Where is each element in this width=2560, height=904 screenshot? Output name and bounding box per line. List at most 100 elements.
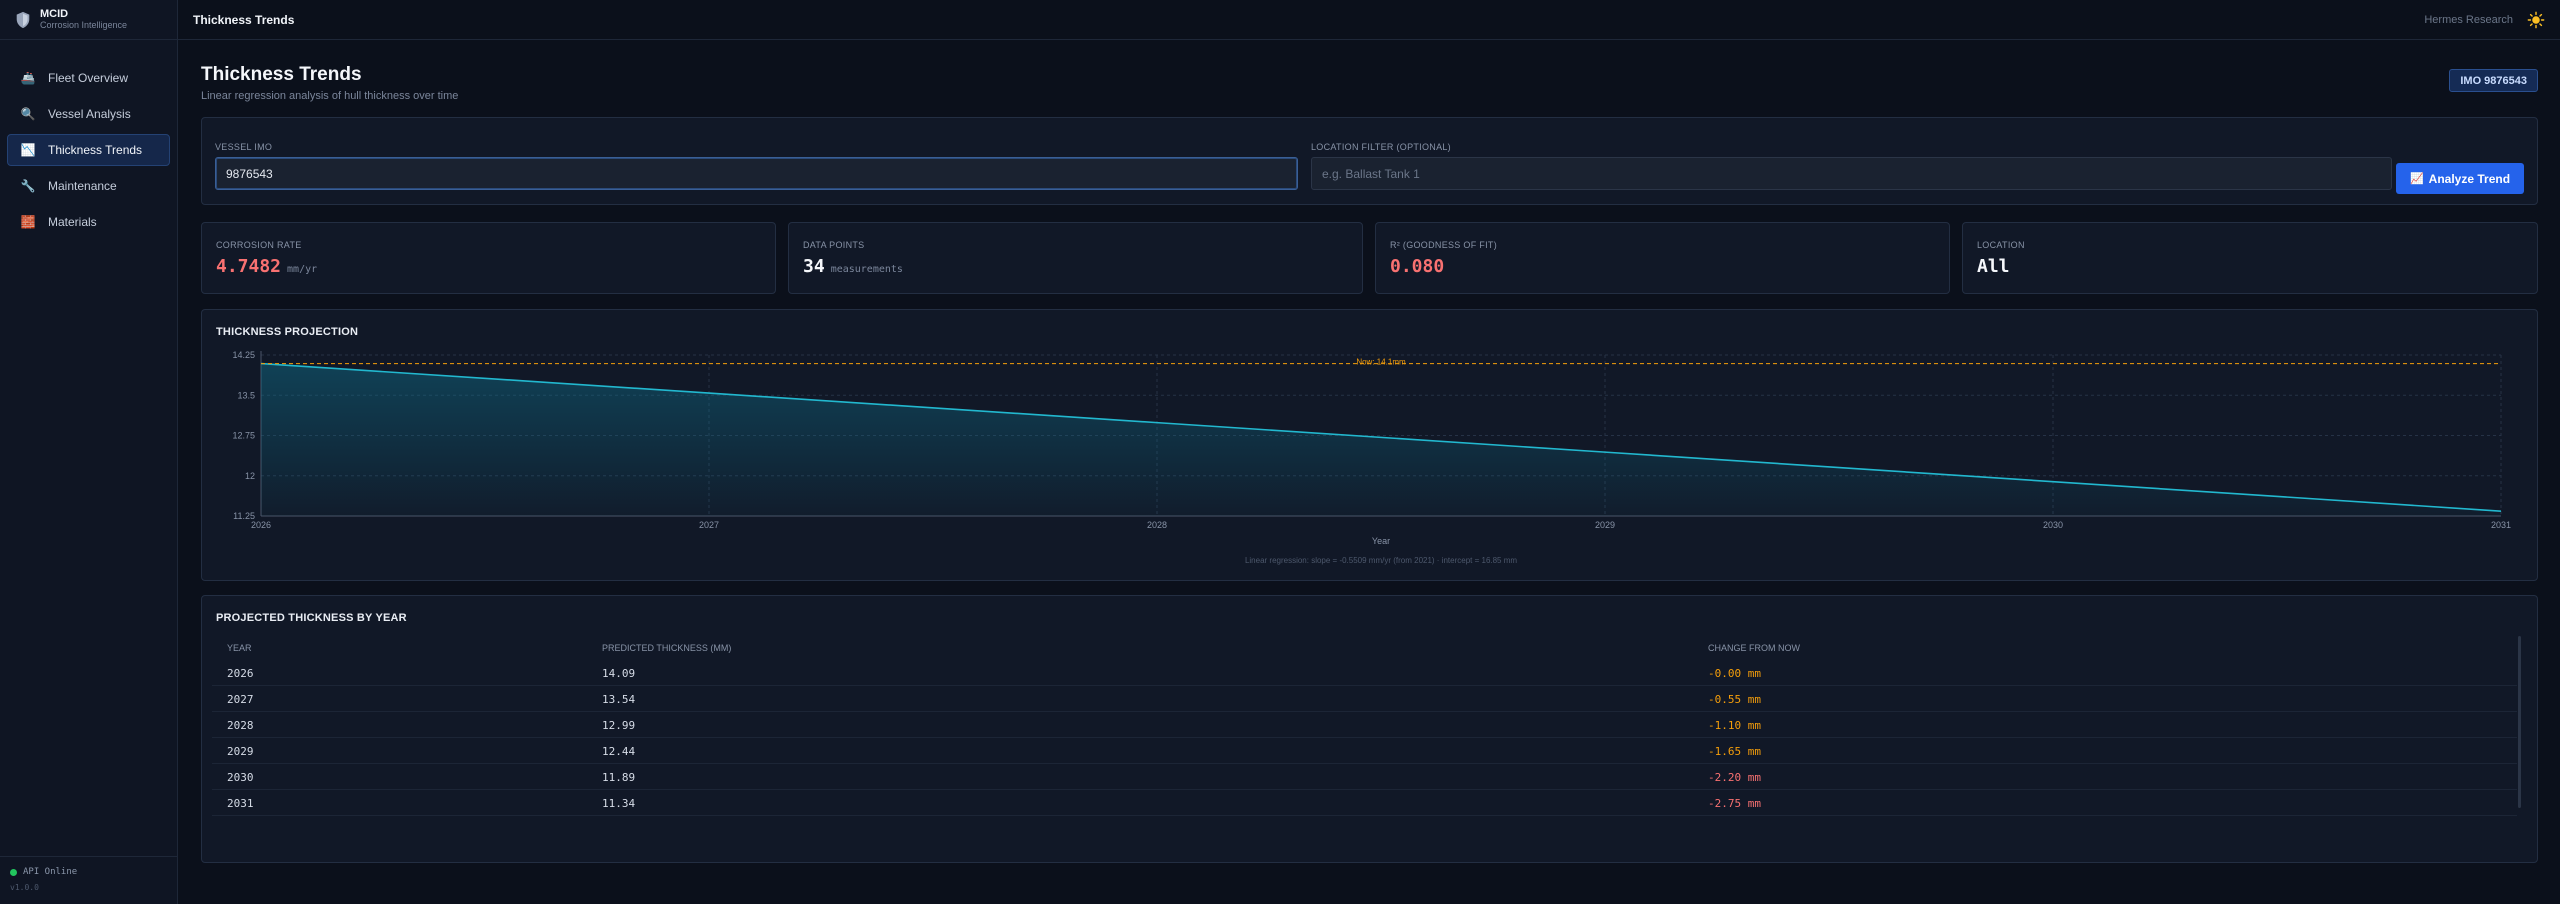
x-tick-label: 2029: [1595, 520, 1615, 530]
vessel-imo-field: Vessel IMO: [215, 142, 1298, 190]
sidebar-item-maintenance[interactable]: 🔧 Maintenance: [7, 170, 170, 202]
brand: MCID Corrosion Intelligence: [0, 0, 177, 40]
sidebar-item-thickness-trends[interactable]: 📉 Thickness Trends: [7, 134, 170, 166]
thickness-projection-card: Thickness Projection 14.25 13.5 12.75 12 11.…: [201, 309, 2538, 581]
cell-year: 2026: [227, 667, 254, 680]
api-status: API Online: [10, 867, 178, 877]
table-row: 2028 12.99 -1.10 mm: [212, 712, 2517, 738]
stat-unit: mm/yr: [287, 264, 318, 275]
stat-label: Location: [1977, 240, 2025, 250]
projection-table-card: Projected Thickness by Year Year Predict…: [201, 595, 2538, 863]
cell-year: 2031: [227, 797, 254, 810]
cell-predicted-thickness: 11.34: [602, 797, 636, 810]
table-title: Projected Thickness by Year: [216, 612, 407, 624]
analyze-trend-label: Analyze Trend: [2428, 171, 2511, 186]
bricks-icon: 🧱: [20, 215, 36, 229]
y-tick-label: 12: [245, 471, 255, 481]
page-title: Thickness Trends: [201, 64, 362, 85]
chart-icon: 📉: [20, 143, 36, 157]
chart-up-icon: 📈: [2409, 173, 2424, 185]
magnifier-icon: 🔍: [20, 107, 36, 121]
y-tick-label: 13.5: [237, 390, 255, 400]
topbar: Thickness Trends Hermes Research: [178, 0, 2560, 40]
table-row: 2026 14.09 -0.00 mm: [212, 660, 2517, 686]
cell-predicted-thickness: 13.54: [602, 693, 636, 706]
stat-data-points: Data Points 34 measurements: [788, 222, 1363, 294]
api-status-label: API Online: [23, 867, 78, 877]
cell-year: 2030: [227, 771, 254, 784]
cell-year: 2028: [227, 719, 254, 732]
location-filter-field: Location Filter (Optional): [1311, 142, 2392, 190]
vessel-imo-label: Vessel IMO: [215, 142, 273, 152]
sun-icon[interactable]: [2527, 11, 2545, 29]
stat-value: 4.7482: [216, 256, 282, 277]
cell-predicted-thickness: 12.99: [602, 719, 636, 732]
stat-label: Data Points: [803, 240, 865, 250]
table-row: 2027 13.54 -0.55 mm: [212, 686, 2517, 712]
x-tick-label: 2031: [2491, 520, 2511, 530]
y-tick-label: 14.25: [232, 350, 255, 360]
sidebar-nav: 🚢 Fleet Overview 🔍 Vessel Analysis 📉 Thi…: [0, 40, 177, 238]
y-tick-label: 12.75: [232, 431, 255, 441]
cell-predicted-thickness: 14.09: [602, 667, 636, 680]
sidebar-item-label: Materials: [48, 215, 97, 229]
wrench-icon: 🔧: [20, 179, 36, 193]
cell-change: -0.55 mm: [1708, 693, 1761, 706]
sidebar: MCID Corrosion Intelligence 🚢 Fleet Over…: [0, 0, 178, 904]
cell-change: -2.20 mm: [1708, 771, 1761, 784]
stat-r-squared: R² (Goodness of Fit) 0.080: [1375, 222, 1950, 294]
page-subtitle: Linear regression analysis of hull thick…: [201, 90, 459, 102]
stat-label: Corrosion Rate: [216, 240, 302, 250]
location-filter-input[interactable]: [1311, 157, 2392, 190]
cell-year: 2029: [227, 745, 254, 758]
status-dot-icon: [10, 868, 17, 876]
stat-value: All: [1977, 256, 2010, 277]
sidebar-item-label: Thickness Trends: [48, 143, 143, 157]
main-content: Thickness Trends Linear regression analy…: [178, 40, 2560, 904]
chart-footnote: Linear regression: slope = -0.5509 mm/yr…: [1245, 556, 1517, 565]
brand-subtitle: Corrosion Intelligence: [40, 20, 128, 30]
x-tick-label: 2030: [2043, 520, 2063, 530]
table-row: 2029 12.44 -1.65 mm: [212, 738, 2517, 764]
sidebar-item-label: Vessel Analysis: [48, 107, 131, 121]
x-tick-label: 2028: [1147, 520, 1167, 530]
table-row: 2031 11.34 -2.75 mm: [212, 790, 2517, 816]
cell-predicted-thickness: 11.89: [602, 771, 636, 784]
analyze-trend-button[interactable]: 📈 Analyze Trend: [2396, 163, 2524, 194]
ship-icon: 🚢: [20, 71, 36, 85]
stat-label: R² (Goodness of Fit): [1390, 240, 1497, 250]
reference-line-label: Now: 14.1mm: [1356, 358, 1406, 367]
x-tick-label: 2027: [699, 520, 719, 530]
col-year: Year: [227, 643, 252, 653]
table-row: 2030 11.89 -2.20 mm: [212, 764, 2517, 790]
sidebar-item-materials[interactable]: 🧱 Materials: [7, 206, 170, 238]
cell-year: 2027: [227, 693, 254, 706]
stat-location: Location All: [1962, 222, 2538, 294]
thickness-chart: 14.2513.512.751211.252026 2027 2028 2029 203…: [232, 350, 2511, 565]
app-version: v1.0.0: [10, 883, 39, 892]
sidebar-item-label: Maintenance: [48, 179, 117, 193]
cell-change: -0.00 mm: [1708, 667, 1761, 680]
x-axis-label: Year: [1372, 536, 1390, 546]
sidebar-item-fleet-overview[interactable]: 🚢 Fleet Overview: [7, 62, 170, 94]
sidebar-footer: API Online v1.0.0: [0, 856, 178, 904]
sidebar-item-vessel-analysis[interactable]: 🔍 Vessel Analysis: [7, 98, 170, 130]
cell-change: -1.10 mm: [1708, 719, 1761, 732]
stat-value: 0.080: [1390, 256, 1445, 277]
col-change-from-now: Change from Now: [1708, 643, 1800, 653]
cell-change: -1.65 mm: [1708, 745, 1761, 758]
table-scrollbar[interactable]: [2518, 636, 2521, 808]
topbar-org: Hermes Research: [2424, 13, 2513, 26]
stat-unit: measurements: [830, 264, 903, 275]
brand-title: MCID: [40, 8, 69, 20]
shield-icon: [16, 11, 30, 28]
x-tick-label: 2026: [251, 520, 271, 530]
stat-value: 34: [803, 256, 825, 277]
vessel-imo-input[interactable]: [215, 157, 1298, 190]
topbar-title: Thickness Trends: [193, 12, 295, 27]
location-filter-label: Location Filter (Optional): [1311, 142, 1451, 152]
sidebar-item-label: Fleet Overview: [48, 71, 129, 85]
analysis-form: Vessel IMO Location Filter (Optional) 📈 …: [201, 117, 2538, 205]
cell-change: -2.75 mm: [1708, 797, 1761, 810]
stat-corrosion-rate: Corrosion Rate 4.7482 mm/yr: [201, 222, 776, 294]
